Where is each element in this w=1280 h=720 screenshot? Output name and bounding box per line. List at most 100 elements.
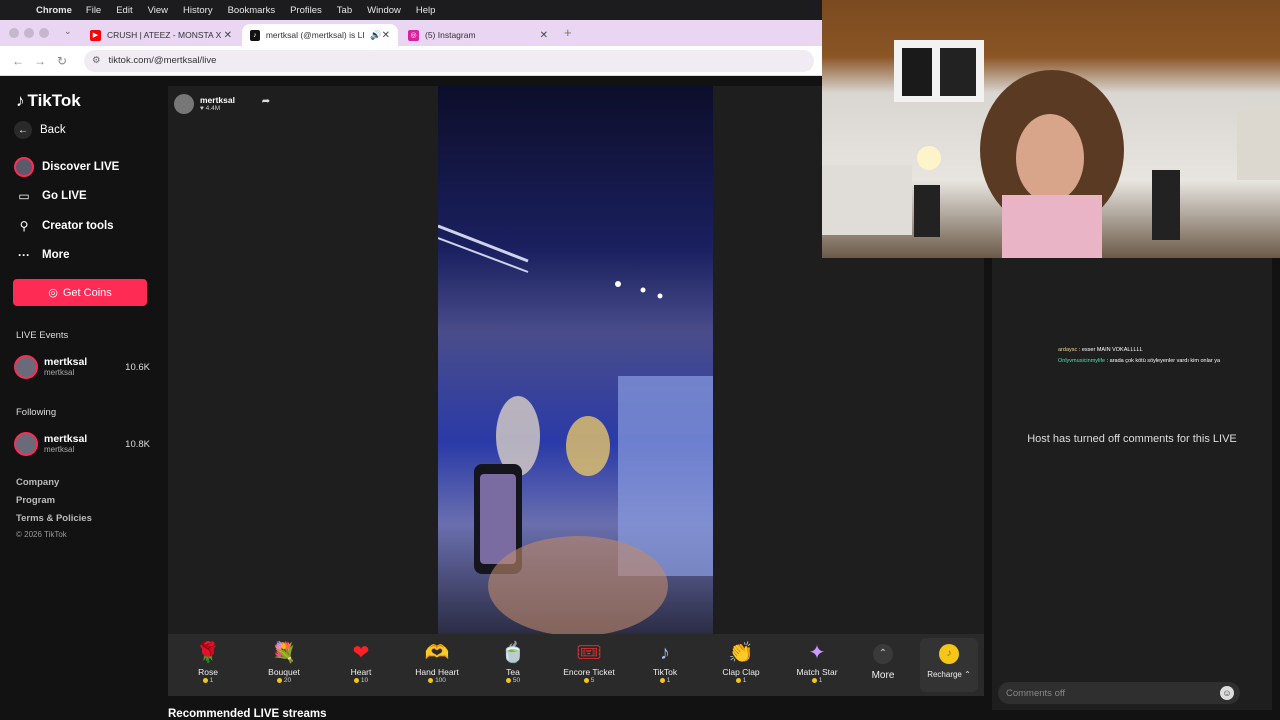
gift-more-label: More xyxy=(871,670,895,681)
gift-more-button[interactable]: ⌃ More xyxy=(845,640,921,694)
get-coins-label: Get Coins xyxy=(62,286,112,299)
window-zoom-button[interactable] xyxy=(39,28,49,38)
tab-youtube[interactable]: ▶ CRUSH | ATEEZ - MONSTA X ✕ xyxy=(82,24,240,46)
gift-hand-heart[interactable]: 🫶 Hand Heart 100 xyxy=(399,640,475,694)
reload-icon[interactable]: ↻ xyxy=(54,54,70,68)
gift-bar: 🌹 Rose 1 💐 Bouquet 20 ❤ Heart 10 🫶 Hand … xyxy=(168,634,984,696)
share-icon[interactable]: ➦ xyxy=(258,96,274,112)
lightbulb-icon: ⚲ xyxy=(19,219,29,233)
gift-heart[interactable]: ❤ Heart 10 xyxy=(323,640,399,694)
new-tab-icon[interactable]: + xyxy=(564,25,572,40)
site-info-icon[interactable]: ⚙ xyxy=(92,55,101,66)
tiktok-icon: ♪ xyxy=(660,642,670,664)
live-event-item[interactable]: mertksal mertksal 10.6K xyxy=(14,353,150,381)
tab-close-icon[interactable]: ✕ xyxy=(540,30,548,41)
live-video-player[interactable] xyxy=(438,86,713,634)
nav-go-live[interactable]: ▭ Go LIVE xyxy=(14,186,86,206)
browser-tab-bar: ⌄ ▶ CRUSH | ATEEZ - MONSTA X ✕ ♪ mertksa… xyxy=(0,20,822,46)
menu-bookmarks[interactable]: Bookmarks xyxy=(228,5,276,16)
gift-price: 20 xyxy=(246,677,322,684)
viewer-count: 10.6K xyxy=(125,361,150,373)
gift-name: Rose xyxy=(198,667,218,677)
forward-arrow-icon[interactable]: → xyxy=(32,54,48,68)
heart-icon: ❤ xyxy=(352,642,370,664)
menu-edit[interactable]: Edit xyxy=(116,5,132,16)
menu-window[interactable]: Window xyxy=(367,5,401,16)
gift-price: 50 xyxy=(475,677,551,684)
address-bar: ← → ↻ ⚙ tiktok.com/@mertksal/live xyxy=(0,46,822,76)
speaker-icon[interactable]: 🔊 xyxy=(370,30,381,41)
window-minimize-button[interactable] xyxy=(24,28,34,38)
webcam-feed xyxy=(822,40,1280,258)
gift-name: Encore Ticket xyxy=(563,667,615,677)
menu-tab[interactable]: Tab xyxy=(337,5,352,16)
gift-price: 5 xyxy=(551,677,627,684)
tab-close-icon[interactable]: ✕ xyxy=(224,30,232,41)
heart-icon: ♥ xyxy=(200,105,204,112)
back-button[interactable]: ← Back xyxy=(14,121,66,139)
ticket-icon: 🎟 xyxy=(576,642,602,664)
following-header: Following xyxy=(16,407,57,418)
tiktok-logo-text: TikTok xyxy=(27,91,81,110)
footer-company-link[interactable]: Company xyxy=(16,477,59,488)
tab-close-icon[interactable]: ✕ xyxy=(382,30,390,41)
star-icon: ✦ xyxy=(808,642,826,664)
footer-program-link[interactable]: Program xyxy=(16,495,55,506)
url-field[interactable]: ⚙ tiktok.com/@mertksal/live xyxy=(84,49,814,72)
emoji-icon[interactable]: ☺ xyxy=(1220,686,1234,700)
gift-bouquet[interactable]: 💐 Bouquet 20 xyxy=(246,640,322,694)
footer-terms-link[interactable]: Terms & Policies xyxy=(16,513,92,524)
menu-app-name[interactable]: Chrome xyxy=(36,5,72,16)
discover-avatar-icon xyxy=(14,157,34,177)
nav-more[interactable]: ··· More xyxy=(14,245,69,265)
gift-rose[interactable]: 🌹 Rose 1 xyxy=(170,640,246,694)
streamer-info[interactable]: mertksal ♥ 4.4M xyxy=(174,92,235,116)
viewer-count: 10.8K xyxy=(125,438,150,450)
avatar xyxy=(14,432,38,456)
account-name: mertksal xyxy=(44,433,88,445)
clap-icon: 👏 xyxy=(728,642,754,664)
more-dots-icon: ··· xyxy=(18,248,30,262)
gift-clap-clap[interactable]: 👏 Clap Clap 1 xyxy=(703,640,779,694)
menu-history[interactable]: History xyxy=(183,5,213,16)
tiktok-sidebar: ♪ TikTok ← Back Discover LIVE ▭ Go LIVE … xyxy=(0,76,166,720)
back-arrow-icon[interactable]: ← xyxy=(10,54,26,68)
concert-video-frame xyxy=(438,224,713,634)
tab-search-icon[interactable]: ⌄ xyxy=(64,26,72,37)
chevron-up-icon: ⌃ xyxy=(873,644,893,664)
gift-encore-ticket[interactable]: 🎟 Encore Ticket 5 xyxy=(551,640,627,694)
comments-disabled-notice: Host has turned off comments for this LI… xyxy=(1027,433,1237,445)
window-close-button[interactable] xyxy=(9,28,19,38)
gift-name: Bouquet xyxy=(268,667,300,677)
copyright: © 2026 TikTok xyxy=(16,530,67,539)
gift-price: 100 xyxy=(399,677,475,684)
chat-text: arada çok kötü söyleyenler vardı kim onl… xyxy=(1109,358,1221,364)
avatar xyxy=(14,355,38,379)
recharge-button[interactable]: ♪ Recharge ⌃ xyxy=(920,638,978,692)
gift-tiktok[interactable]: ♪ TikTok 1 xyxy=(627,640,703,694)
gift-name: Match Star xyxy=(796,667,838,677)
gift-name: Heart xyxy=(350,667,372,677)
tab-title: mertksal (@mertksal) is LIVE xyxy=(265,30,365,40)
video-camera-icon: ▭ xyxy=(18,189,30,203)
gift-price: 1 xyxy=(779,677,855,684)
menu-help[interactable]: Help xyxy=(416,5,436,16)
menu-profiles[interactable]: Profiles xyxy=(290,5,322,16)
gift-tea[interactable]: 🍵 Tea 50 xyxy=(475,640,551,694)
gift-match-star[interactable]: ✦ Match Star 1 xyxy=(779,640,855,694)
comment-input[interactable]: Comments off ☺ xyxy=(998,682,1240,704)
tiktok-logo[interactable]: ♪ TikTok xyxy=(16,91,81,111)
chat-message: Onlyvmusicinmylife : arada çok kötü söyl… xyxy=(1058,358,1221,364)
get-coins-button[interactable]: ◎ Get Coins xyxy=(13,279,147,306)
gift-name: Hand Heart xyxy=(415,667,459,677)
menu-file[interactable]: File xyxy=(86,5,101,16)
chat-user: ardaysc xyxy=(1058,347,1078,353)
tab-tiktok-live[interactable]: ♪ mertksal (@mertksal) is LIVE 🔊 ✕ xyxy=(242,24,398,46)
following-item[interactable]: mertksal mertksal 10.8K xyxy=(14,430,150,458)
chat-message: ardaysc : esser MAIN VOKALLLLL xyxy=(1058,347,1143,353)
avatar xyxy=(174,94,194,114)
nav-creator-tools[interactable]: ⚲ Creator tools xyxy=(14,216,114,236)
menu-view[interactable]: View xyxy=(148,5,168,16)
nav-discover-live[interactable]: Discover LIVE xyxy=(14,157,119,177)
tab-instagram[interactable]: ◎ (5) Instagram ✕ xyxy=(400,24,556,46)
